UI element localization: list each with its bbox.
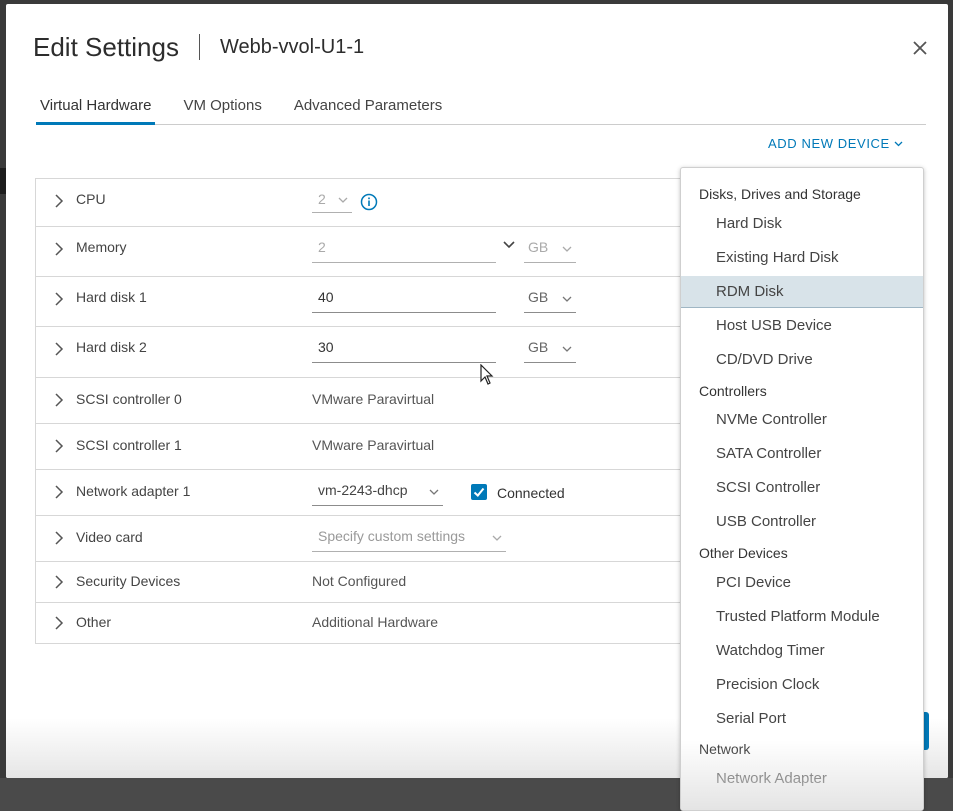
chevron-right-icon[interactable] <box>54 616 64 630</box>
chevron-down-icon <box>562 346 572 352</box>
hw-row-scsi-controller-0[interactable]: SCSI controller 0 VMware Paravirtual <box>36 378 696 424</box>
chevron-down-icon[interactable] <box>503 241 515 249</box>
network-value: vm-2243-dhcp <box>318 482 408 498</box>
chevron-down-icon <box>562 246 572 252</box>
menu-item-existing-hard-disk[interactable]: Existing Hard Disk <box>681 242 923 274</box>
hw-row-hard-disk-2[interactable]: Hard disk 2 30 GB <box>36 327 696 378</box>
tab-vm-options[interactable]: VM Options <box>179 96 265 125</box>
chevron-down-icon <box>562 296 572 302</box>
virtual-hardware-table: CPU 2 Memory 2 GB Hard disk 1 40 GB Hard… <box>35 178 696 644</box>
video-card-select[interactable]: Specify custom settings <box>312 528 506 552</box>
add-new-device-button[interactable]: ADD NEW DEVICE <box>768 136 903 151</box>
connected-label: Connected <box>497 485 565 501</box>
hard-disk-1-value: 40 <box>318 289 334 305</box>
memory-input[interactable]: 2 <box>312 239 496 263</box>
memory-value: 2 <box>318 239 326 255</box>
title-separator <box>198 34 200 60</box>
hard-disk-1-unit: GB <box>528 289 549 305</box>
menu-item-pci-device[interactable]: PCI Device <box>681 567 923 599</box>
dialog-header: Edit Settings Webb-vvol-U1-1 <box>33 30 364 64</box>
menu-item-trusted-platform-module[interactable]: Trusted Platform Module <box>681 601 923 633</box>
dialog-title: Edit Settings <box>33 31 179 62</box>
hard-disk-2-unit-select[interactable]: GB <box>524 339 576 363</box>
chevron-down-icon <box>492 535 502 541</box>
memory-unit-select[interactable]: GB <box>524 239 576 263</box>
hard-disk-2-input[interactable]: 30 <box>312 339 496 363</box>
hw-row-other[interactable]: Other Additional Hardware <box>36 603 696 644</box>
cpu-label: CPU <box>76 191 106 207</box>
hw-row-cpu[interactable]: CPU 2 <box>36 179 696 227</box>
menu-group-other-devices: Other Devices <box>699 545 788 561</box>
video-card-label: Video card <box>76 529 143 545</box>
chevron-right-icon[interactable] <box>54 575 64 589</box>
hw-row-security-devices[interactable]: Security Devices Not Configured <box>36 562 696 603</box>
add-new-device-label: ADD NEW DEVICE <box>768 136 890 151</box>
add-device-menu: Disks, Drives and Storage Hard Disk Exis… <box>680 167 924 811</box>
hw-row-network-adapter-1[interactable]: Network adapter 1 vm-2243-dhcp Connected <box>36 470 696 516</box>
other-value: Additional Hardware <box>312 614 439 630</box>
menu-group-controllers: Controllers <box>699 383 767 399</box>
menu-item-network-adapter[interactable]: Network Adapter <box>681 763 923 795</box>
menu-group-disks: Disks, Drives and Storage <box>699 186 861 202</box>
hard-disk-2-label: Hard disk 2 <box>76 339 147 355</box>
hard-disk-1-unit-select[interactable]: GB <box>524 289 576 313</box>
cpu-select[interactable]: 2 <box>312 191 352 213</box>
hard-disk-2-value: 30 <box>318 339 334 355</box>
menu-item-hard-disk[interactable]: Hard Disk <box>681 208 923 240</box>
mouse-cursor-icon <box>480 364 494 385</box>
menu-group-network: Network <box>699 741 751 757</box>
hard-disk-1-input[interactable]: 40 <box>312 289 496 313</box>
hard-disk-2-unit: GB <box>528 339 549 355</box>
video-card-value: Specify custom settings <box>318 528 466 544</box>
chevron-right-icon[interactable] <box>54 292 64 306</box>
menu-item-host-usb-device[interactable]: Host USB Device <box>681 310 923 342</box>
close-icon <box>913 41 927 55</box>
chevron-right-icon[interactable] <box>54 531 64 545</box>
menu-item-scsi-controller[interactable]: SCSI Controller <box>681 472 923 504</box>
security-devices-value: Not Configured <box>312 573 407 589</box>
hw-row-memory[interactable]: Memory 2 GB <box>36 227 696 277</box>
connected-checkbox[interactable] <box>471 484 487 500</box>
menu-item-precision-clock[interactable]: Precision Clock <box>681 669 923 701</box>
memory-label: Memory <box>76 239 127 255</box>
cpu-value: 2 <box>318 191 326 207</box>
hw-row-video-card[interactable]: Video card Specify custom settings <box>36 516 696 562</box>
menu-item-rdm-disk[interactable]: RDM Disk <box>681 276 923 308</box>
chevron-down-icon <box>894 141 903 146</box>
chevron-down-icon <box>338 197 348 203</box>
memory-unit: GB <box>528 239 549 255</box>
menu-item-watchdog-timer[interactable]: Watchdog Timer <box>681 635 923 667</box>
other-label: Other <box>76 614 112 630</box>
menu-item-usb-controller[interactable]: USB Controller <box>681 506 923 538</box>
vm-name: Webb-vvol-U1-1 <box>219 35 365 58</box>
network-adapter-1-label: Network adapter 1 <box>76 483 191 499</box>
chevron-right-icon[interactable] <box>54 342 64 356</box>
chevron-right-icon[interactable] <box>54 393 64 407</box>
tab-bar: Virtual Hardware VM Options Advanced Par… <box>36 96 926 125</box>
menu-item-cd-dvd-drive[interactable]: CD/DVD Drive <box>681 344 923 376</box>
menu-item-serial-port[interactable]: Serial Port <box>681 703 923 735</box>
menu-item-nvme-controller[interactable]: NVMe Controller <box>681 404 923 436</box>
hw-row-hard-disk-1[interactable]: Hard disk 1 40 GB <box>36 277 696 327</box>
tab-virtual-hardware[interactable]: Virtual Hardware <box>36 96 156 125</box>
checkmark-icon <box>473 487 485 497</box>
hw-row-scsi-controller-1[interactable]: SCSI controller 1 VMware Paravirtual <box>36 424 696 470</box>
chevron-right-icon[interactable] <box>54 439 64 453</box>
scsi-controller-1-label: SCSI controller 1 <box>76 437 182 453</box>
close-button[interactable] <box>910 38 930 58</box>
hard-disk-1-label: Hard disk 1 <box>76 289 147 305</box>
chevron-right-icon[interactable] <box>54 194 64 208</box>
network-select[interactable]: vm-2243-dhcp <box>312 482 443 506</box>
scsi-controller-0-value: VMware Paravirtual <box>312 391 435 407</box>
chevron-right-icon[interactable] <box>54 242 64 256</box>
security-devices-label: Security Devices <box>76 573 181 589</box>
menu-item-sata-controller[interactable]: SATA Controller <box>681 438 923 470</box>
chevron-down-icon <box>429 489 439 495</box>
chevron-right-icon[interactable] <box>54 485 64 499</box>
scsi-controller-1-value: VMware Paravirtual <box>312 437 435 453</box>
info-icon[interactable] <box>360 193 378 211</box>
scsi-controller-0-label: SCSI controller 0 <box>76 391 182 407</box>
tab-advanced-parameters[interactable]: Advanced Parameters <box>290 96 446 125</box>
